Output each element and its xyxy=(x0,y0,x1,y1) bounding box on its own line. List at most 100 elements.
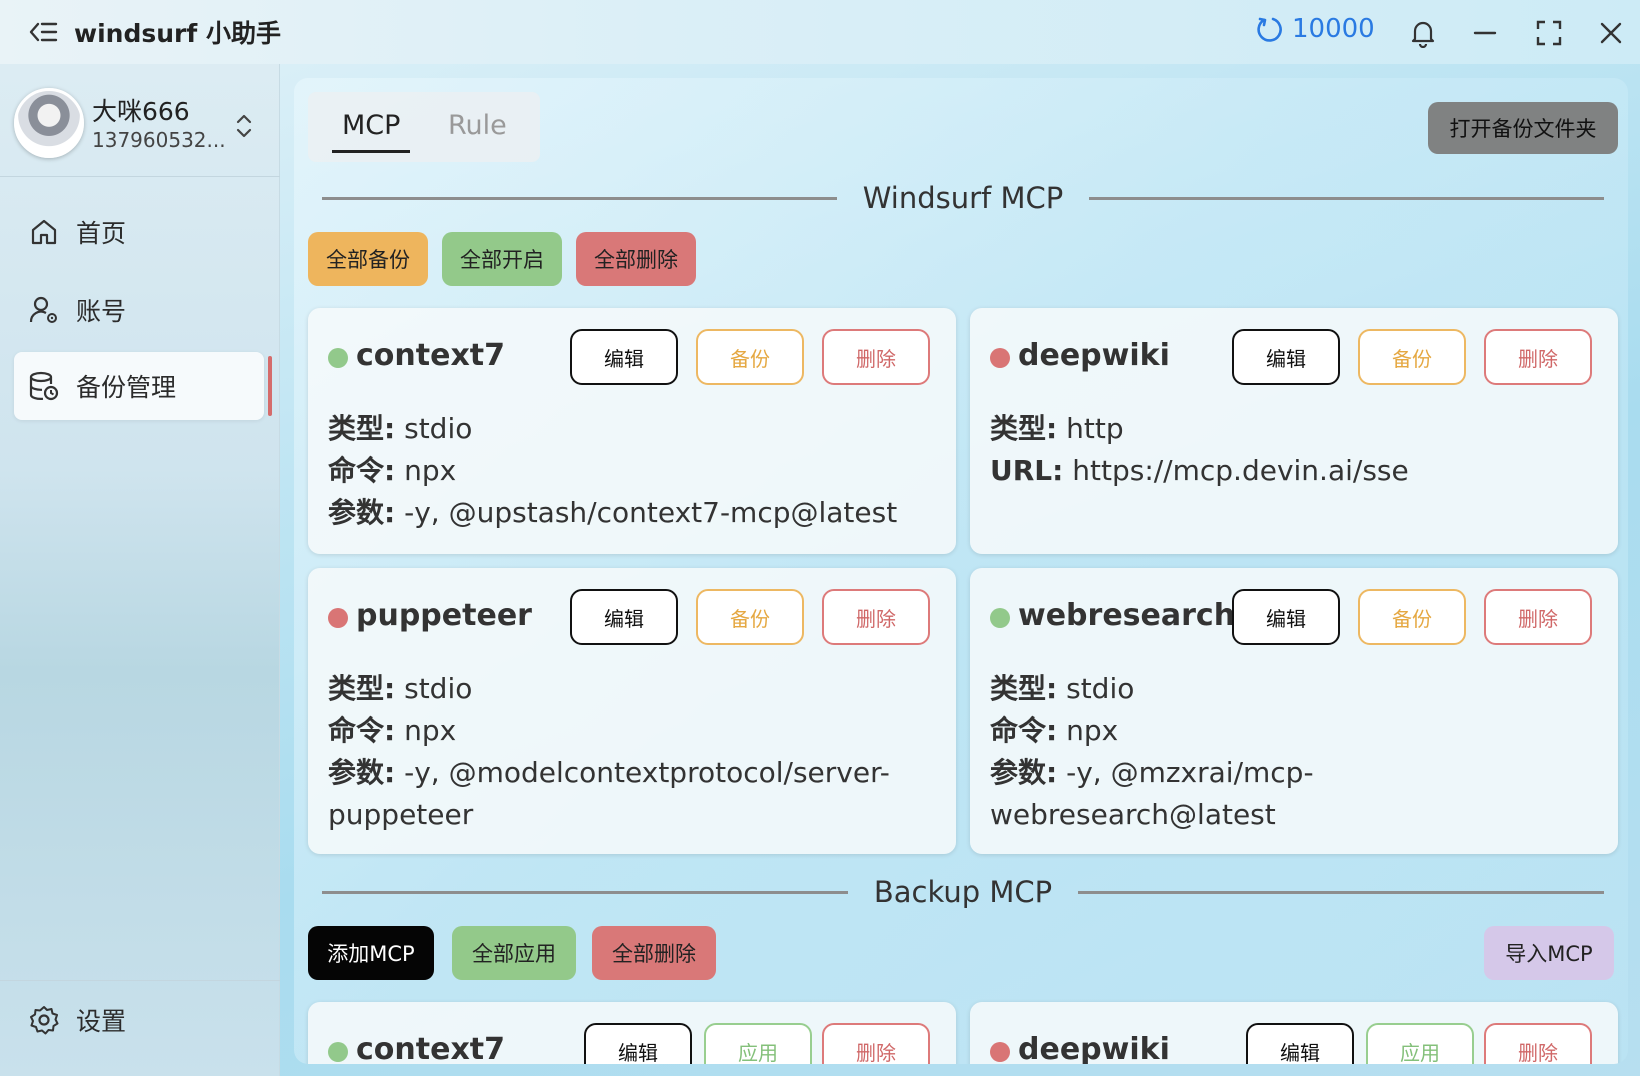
delete-button[interactable]: 删除 xyxy=(1484,329,1592,385)
mcp-details: 类型: stdio 命令: npx 参数: -y, @upstash/conte… xyxy=(328,408,928,534)
sidebar-item-home[interactable]: 首页 xyxy=(14,198,264,266)
detail-label: 参数: xyxy=(328,496,396,529)
database-backup-icon xyxy=(29,371,59,401)
detail-value: stdio xyxy=(404,412,473,445)
delete-button[interactable]: 删除 xyxy=(822,1023,930,1064)
import-mcp-button[interactable]: 导入MCP xyxy=(1484,926,1614,980)
detail-label: 类型: xyxy=(328,672,396,705)
user-id: 137960532... xyxy=(92,128,226,152)
backup-button[interactable]: 备份 xyxy=(1358,329,1466,385)
sidebar-item-backup[interactable]: 备份管理 xyxy=(14,352,272,420)
status-dot xyxy=(328,608,348,628)
edit-button[interactable]: 编辑 xyxy=(570,329,678,385)
sidebar-item-settings[interactable]: 设置 xyxy=(14,986,264,1054)
edit-button[interactable]: 编辑 xyxy=(584,1023,692,1064)
delete-button[interactable]: 删除 xyxy=(1484,1023,1592,1064)
sidebar-item-label: 账号 xyxy=(76,297,127,326)
mcp-details: 类型: stdio 命令: npx 参数: -y, @modelcontextp… xyxy=(328,668,928,836)
delete-button[interactable]: 删除 xyxy=(822,329,930,385)
detail-label: 参数: xyxy=(328,756,396,789)
mcp-details: 类型: http URL: https://mcp.devin.ai/sse xyxy=(990,408,1590,492)
detail-row: 类型: stdio xyxy=(328,668,928,710)
gear-icon xyxy=(30,1006,59,1035)
sidebar-item-label: 首页 xyxy=(76,219,127,248)
tab-mcp[interactable]: MCP xyxy=(342,110,400,141)
section-title: Backup MCP xyxy=(873,875,1053,909)
mcp-name: deepwiki xyxy=(1018,1032,1170,1064)
apply-button[interactable]: 应用 xyxy=(704,1023,812,1064)
backup-button[interactable]: 备份 xyxy=(1358,589,1466,645)
menu-collapse-icon[interactable] xyxy=(28,18,58,46)
mcp-card-puppeteer: puppeteer 编辑 备份 删除 类型: stdio 命令: npx 参数:… xyxy=(308,568,956,854)
status-dot xyxy=(328,348,348,368)
tab-rule[interactable]: Rule xyxy=(448,110,507,141)
open-backup-folder-button[interactable]: 打开备份文件夹 xyxy=(1428,102,1618,154)
divider-line xyxy=(1078,890,1604,894)
mcp-details: 类型: stdio 命令: npx 参数: -y, @mzxrai/mcp-we… xyxy=(990,668,1590,836)
detail-label: 命令: xyxy=(990,714,1058,747)
detail-value: -y, @modelcontextprotocol/server-puppete… xyxy=(328,756,890,831)
add-mcp-button[interactable]: 添加MCP xyxy=(308,926,434,980)
notification-button[interactable] xyxy=(1406,16,1440,50)
minimize-icon xyxy=(1473,31,1497,35)
edit-button[interactable]: 编辑 xyxy=(1232,589,1340,645)
section-header-windsurf: Windsurf MCP xyxy=(322,178,1605,218)
edit-button[interactable]: 编辑 xyxy=(570,589,678,645)
mcp-card-context7: context7 编辑 备份 删除 类型: stdio 命令: npx 参数: … xyxy=(308,308,956,554)
detail-row: 类型: http xyxy=(990,408,1590,450)
section-title: Windsurf MCP xyxy=(862,181,1064,215)
credits-value: 10000 xyxy=(1292,14,1375,44)
status-dot xyxy=(328,1042,348,1062)
status-dot xyxy=(990,608,1010,628)
detail-row: URL: https://mcp.devin.ai/sse xyxy=(990,450,1590,492)
sidebar-divider xyxy=(0,176,280,177)
delete-all-button[interactable]: 全部删除 xyxy=(576,232,696,286)
user-name: 大咪666 xyxy=(92,97,190,126)
section-header-backup: Backup MCP xyxy=(322,872,1604,912)
sidebar: 大咪666 137960532... 首页 账号 备份管理 设置 xyxy=(0,64,280,1076)
sidebar-item-account[interactable]: 账号 xyxy=(14,276,264,344)
backup-all-button[interactable]: 全部备份 xyxy=(308,232,428,286)
detail-value: http xyxy=(1066,412,1124,445)
active-tab-indicator xyxy=(332,150,410,153)
apply-button[interactable]: 应用 xyxy=(1366,1023,1474,1064)
delete-button[interactable]: 删除 xyxy=(1484,589,1592,645)
refresh-credits-icon[interactable] xyxy=(1256,14,1286,44)
detail-value: npx xyxy=(404,454,457,487)
credits-display: 10000 xyxy=(1256,14,1375,44)
enable-all-button[interactable]: 全部开启 xyxy=(442,232,562,286)
detail-value: -y, @upstash/context7-mcp@latest xyxy=(404,496,898,529)
detail-row: 类型: stdio xyxy=(990,668,1590,710)
fullscreen-icon xyxy=(1536,20,1562,46)
mcp-name: puppeteer xyxy=(356,598,532,633)
edit-button[interactable]: 编辑 xyxy=(1232,329,1340,385)
apply-all-button[interactable]: 全部应用 xyxy=(452,926,576,980)
backup-button[interactable]: 备份 xyxy=(696,329,804,385)
detail-value: stdio xyxy=(1066,672,1135,705)
mcp-name: webresearch xyxy=(1018,598,1236,633)
mcp-name: context7 xyxy=(356,338,506,373)
minimize-button[interactable] xyxy=(1468,16,1502,50)
edit-button[interactable]: 编辑 xyxy=(1246,1023,1354,1064)
backup-card-context7: context7 编辑 应用 删除 xyxy=(308,1002,956,1064)
detail-value: npx xyxy=(404,714,457,747)
backup-button[interactable]: 备份 xyxy=(696,589,804,645)
user-switcher[interactable]: 大咪666 137960532... xyxy=(14,88,266,164)
maximize-button[interactable] xyxy=(1532,16,1566,50)
detail-label: 类型: xyxy=(990,412,1058,445)
detail-row: 参数: -y, @upstash/context7-mcp@latest xyxy=(328,492,928,534)
close-icon xyxy=(1600,22,1622,44)
detail-label: 参数: xyxy=(990,756,1058,789)
mcp-card-deepwiki: deepwiki 编辑 备份 删除 类型: http URL: https://… xyxy=(970,308,1618,554)
delete-button[interactable]: 删除 xyxy=(822,589,930,645)
detail-label: 命令: xyxy=(328,454,396,487)
chevron-up-down-icon xyxy=(236,114,252,138)
close-button[interactable] xyxy=(1594,16,1628,50)
divider-line xyxy=(1089,196,1605,200)
detail-label: 类型: xyxy=(990,672,1058,705)
main-panel: MCP Rule 打开备份文件夹 Windsurf MCP 全部备份 全部开启 … xyxy=(294,78,1628,1064)
delete-all-backup-button[interactable]: 全部删除 xyxy=(592,926,716,980)
detail-value: https://mcp.devin.ai/sse xyxy=(1072,454,1409,487)
bell-icon xyxy=(1411,21,1435,48)
detail-row: 参数: -y, @modelcontextprotocol/server-pup… xyxy=(328,752,928,836)
